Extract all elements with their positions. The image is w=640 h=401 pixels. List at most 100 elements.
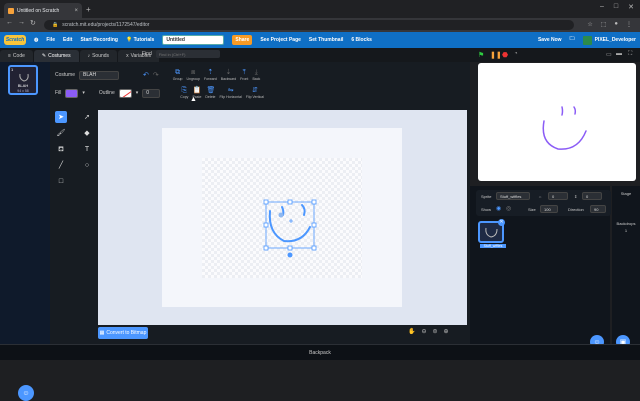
save-now-button[interactable]: Save Now (538, 37, 562, 43)
back-icon[interactable]: ← (6, 19, 13, 26)
pause-icon[interactable]: ❚❚ (490, 51, 502, 59)
circle-tool-icon[interactable]: ○ (81, 159, 93, 171)
editor-tabs: ≡ Code ✎ Costumes ♪ Sounds x Variables (0, 48, 470, 62)
rectangle-tool-icon[interactable]: □ (55, 175, 67, 187)
new-tab-button[interactable]: + (86, 5, 91, 14)
zoom-reset-icon[interactable]: ⊜ (433, 328, 438, 335)
forward-icon[interactable]: → (18, 19, 25, 26)
costume-item[interactable]: 1 BLAH 94 x 58 (8, 65, 38, 95)
backward-button[interactable]: ⇣ Backward (221, 69, 236, 81)
brush-tool-icon[interactable]: 🖌 (55, 127, 67, 139)
tab-sounds-label: Sounds (92, 53, 110, 59)
tab-code[interactable]: ≡ Code (0, 50, 33, 62)
close-window-icon[interactable]: ✕ (628, 3, 634, 11)
start-recording-button[interactable]: Start Recording (80, 37, 118, 43)
url-field[interactable]: 🔒 scratch.mit.edu/projects/1172547/edito… (44, 20, 574, 30)
outline-dropdown-icon[interactable]: ▾ (136, 90, 139, 96)
backward-icon: ⇣ (225, 69, 232, 76)
fill-dropdown-icon[interactable]: ▾ (82, 90, 85, 96)
blocks-count-button[interactable]: 6 Blocks (351, 37, 372, 43)
menubar-right: Save Now 🗀 PIXEL_Developer (538, 32, 636, 48)
front-button[interactable]: ⤒ Front (240, 69, 248, 81)
fill-outline-row: Fill ▾ Outline ▾ 0 ⎘ Copy 📋 Paste 🗑 Delete … (55, 87, 264, 99)
cat-icon: ☺ (22, 389, 30, 397)
tab-costumes[interactable]: ✎ Costumes (33, 50, 79, 62)
user-menu[interactable]: PIXEL_Developer (582, 35, 636, 45)
backpack-bar[interactable]: Backpack (0, 344, 640, 360)
flip-horizontal-button[interactable]: ⇋ Flip Horizontal (220, 87, 242, 99)
forward-button[interactable]: ⇡ Forward (204, 69, 217, 81)
line-tool-icon[interactable]: ╱ (55, 159, 67, 171)
bookmark-star-icon[interactable]: ☆ (587, 21, 592, 28)
redo-icon[interactable]: ↷ (153, 71, 159, 79)
delete-sprite-icon[interactable]: ✕ (498, 219, 505, 226)
flip-vertical-button[interactable]: ⇵ Flip Vertical (246, 87, 264, 99)
show-hidden-icon[interactable]: ◎ (506, 205, 511, 212)
direction-input[interactable]: 90 (590, 205, 606, 213)
see-project-page-button[interactable]: See Project Page (260, 37, 301, 43)
zoom-in-icon[interactable]: ⊕ (444, 328, 449, 335)
find-input[interactable]: Find in (Ctrl+F) (155, 50, 220, 58)
stage-header: ⚑ ❚❚ ⬣ ◔ ▭ ▬ ⛶ (470, 48, 640, 62)
browser-tab[interactable]: Untitled on Scratch × (4, 3, 82, 18)
show-visible-icon[interactable]: ◉ (496, 205, 501, 212)
my-stuff-icon[interactable]: 🗀 (570, 36, 575, 44)
large-stage-icon[interactable]: ▬ (616, 51, 622, 57)
minimize-icon[interactable]: – (600, 3, 604, 11)
maximize-icon[interactable]: □ (614, 3, 618, 11)
fill-label: Fill (55, 90, 62, 96)
scratch-logo[interactable]: Scratch (4, 35, 26, 45)
fill-color-swatch[interactable] (65, 88, 79, 98)
outline-color-swatch[interactable] (118, 88, 132, 98)
tab-sounds[interactable]: ♪ Sounds (79, 50, 118, 62)
stop-icon[interactable]: ⬣ (502, 51, 508, 59)
reload-icon[interactable]: ↻ (30, 19, 36, 27)
costume-name-input[interactable]: BLAH (79, 70, 120, 80)
ungroup-button[interactable]: ⧈ Ungroup (187, 69, 200, 81)
zoom-out-icon[interactable]: ⊖ (421, 328, 426, 335)
outline-width-input[interactable]: 0 (142, 88, 161, 98)
y-input[interactable]: 0 (582, 192, 602, 200)
share-button[interactable]: Share (232, 35, 253, 45)
reshape-tool-icon[interactable]: ➚ (81, 111, 93, 123)
file-menu[interactable]: File (46, 37, 55, 43)
turbo-icon[interactable]: ◔ (514, 51, 518, 57)
x-input[interactable]: 0 (548, 192, 568, 200)
back-button[interactable]: ⤓ Back (252, 69, 260, 81)
undo-icon[interactable]: ↶ (143, 71, 149, 79)
menu-icon[interactable]: ⋮ (626, 21, 632, 28)
sprite-name-input[interactable]: Stuff_wiffles (496, 192, 530, 200)
globe-icon[interactable]: ◍ (34, 37, 38, 43)
group-button[interactable]: ⧉ Group (173, 69, 183, 81)
copy-label: Copy (180, 95, 189, 99)
set-thumbnail-button[interactable]: Set Thumbnail (309, 37, 343, 43)
tutorials-button[interactable]: 💡 Tutorials (126, 37, 154, 43)
project-title-input[interactable]: Untitled (162, 35, 225, 45)
trash-icon: 🗑 (206, 87, 216, 94)
add-costume-button[interactable]: ☺ (18, 385, 34, 401)
green-flag-icon[interactable]: ⚑ (478, 51, 484, 59)
copy-button[interactable]: ⎘ Copy (180, 87, 188, 99)
stage-selector[interactable]: Stage Backdrops 1 (612, 186, 640, 344)
selected-drawing[interactable] (258, 195, 322, 259)
back-label: Back (252, 77, 261, 81)
fullscreen-icon[interactable]: ⛶ (628, 51, 632, 58)
tab-code-label: Code (12, 53, 25, 59)
front-icon: ⤒ (242, 69, 246, 76)
delete-button[interactable]: 🗑 Delete (205, 87, 215, 99)
browser-extensions: ☆ ⬚ ● ⋮ (587, 21, 632, 28)
extension-icon[interactable]: ⬚ (601, 21, 607, 28)
profile-icon[interactable]: ● (614, 21, 618, 28)
fill-tool-icon[interactable]: ⛾ (55, 143, 67, 155)
close-tab-icon[interactable]: × (74, 8, 78, 14)
eraser-tool-icon[interactable]: ◆ (81, 127, 93, 139)
size-input[interactable]: 100 (540, 205, 558, 213)
convert-to-bitmap-button[interactable]: ▦ Convert to Bitmap (98, 327, 148, 339)
backdrops-count: 1 (624, 228, 628, 233)
small-stage-icon[interactable]: ▭ (606, 51, 612, 58)
select-tool-icon[interactable]: ➤ (55, 111, 67, 123)
edit-menu[interactable]: Edit (63, 37, 72, 43)
pan-hand-icon[interactable]: ✋ (408, 328, 415, 335)
stage-canvas[interactable] (478, 63, 636, 181)
text-tool-icon[interactable]: T (81, 143, 93, 155)
